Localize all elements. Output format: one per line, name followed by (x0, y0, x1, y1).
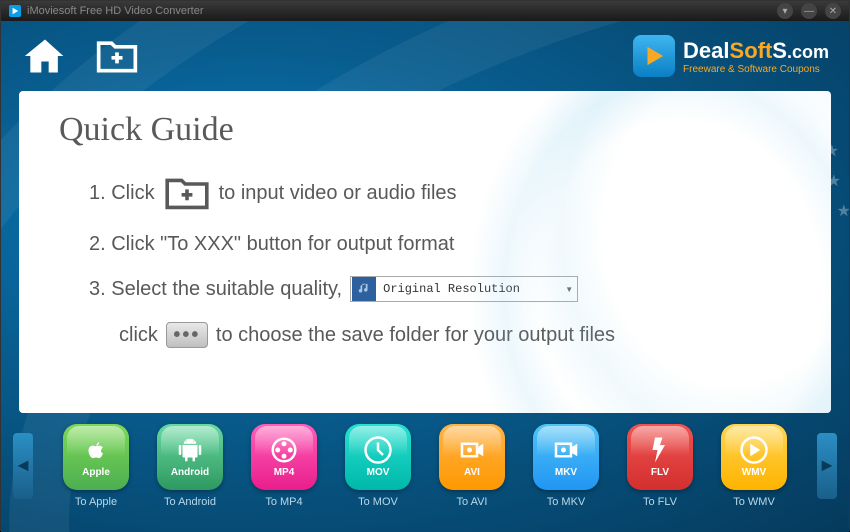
format-flv[interactable]: FLV To FLV (627, 424, 693, 508)
format-android[interactable]: Android To Android (157, 424, 223, 508)
guide-step-3b: click ••• to choose the save folder for … (119, 322, 803, 348)
format-label: To FLV (643, 496, 677, 508)
format-bar: ◄ Apple To Apple Android To Android MP4 … (1, 413, 849, 518)
format-icon: MP4 (251, 424, 317, 490)
quality-dropdown[interactable]: Original Resolution ▼ (350, 276, 578, 302)
add-folder-icon (163, 173, 211, 213)
scroll-left-button[interactable]: ◄ (13, 433, 33, 499)
app-body: ★ ★ ★ DealSoftS.com Freeware & Software … (1, 21, 849, 532)
app-icon (9, 5, 21, 17)
chevron-down-icon: ▼ (561, 285, 577, 294)
format-icon: Android (157, 424, 223, 490)
guide-step-1: 1. Click to input video or audio files (89, 173, 803, 213)
format-mkv[interactable]: MKV To MKV (533, 424, 599, 508)
format-badge: MP4 (274, 467, 295, 478)
guide-step-2: 2. Click "To XXX" button for output form… (89, 233, 803, 256)
format-badge: Apple (82, 467, 110, 478)
music-note-icon (352, 277, 376, 301)
guide-title: Quick Guide (59, 111, 803, 149)
quality-value: Original Resolution (377, 282, 561, 296)
add-file-button[interactable] (93, 32, 141, 80)
format-label: To MOV (358, 496, 398, 508)
format-label: To AVI (457, 496, 488, 508)
format-mov[interactable]: MOV To MOV (345, 424, 411, 508)
format-badge: Android (171, 467, 209, 478)
format-label: To Apple (75, 496, 117, 508)
logo: DealSoftS.com Freeware & Software Coupon… (633, 35, 829, 77)
format-mp4[interactable]: MP4 To MP4 (251, 424, 317, 508)
scroll-right-button[interactable]: ► (817, 433, 837, 499)
format-icon: WMV (721, 424, 787, 490)
format-label: To WMV (733, 496, 775, 508)
browse-button-icon: ••• (166, 322, 208, 348)
menu-button[interactable]: ▾ (777, 3, 793, 19)
format-wmv[interactable]: WMV To WMV (721, 424, 787, 508)
logo-text: DealSoftS.com (683, 38, 829, 64)
home-button[interactable] (21, 32, 69, 80)
format-icon: AVI (439, 424, 505, 490)
format-icon: Apple (63, 424, 129, 490)
format-badge: MOV (367, 467, 390, 478)
close-button[interactable]: ✕ (825, 3, 841, 19)
minimize-button[interactable]: — (801, 3, 817, 19)
format-badge: MKV (555, 467, 577, 478)
format-label: To MP4 (265, 496, 302, 508)
format-badge: WMV (742, 467, 766, 478)
app-window: iMoviesoft Free HD Video Converter ▾ — ✕… (0, 0, 850, 531)
titlebar: iMoviesoft Free HD Video Converter ▾ — ✕ (1, 1, 849, 21)
quick-guide-panel: Quick Guide 1. Click to input video or a… (19, 91, 831, 413)
format-apple[interactable]: Apple To Apple (63, 424, 129, 508)
format-label: To Android (164, 496, 216, 508)
guide-step-3: 3. Select the suitable quality, Original… (89, 276, 803, 302)
format-label: To MKV (547, 496, 586, 508)
format-icon: FLV (627, 424, 693, 490)
window-title: iMoviesoft Free HD Video Converter (27, 5, 203, 17)
toolbar: DealSoftS.com Freeware & Software Coupon… (1, 21, 849, 91)
format-icon: MKV (533, 424, 599, 490)
logo-icon (633, 35, 675, 77)
format-avi[interactable]: AVI To AVI (439, 424, 505, 508)
format-badge: FLV (651, 467, 669, 478)
logo-tagline: Freeware & Software Coupons (683, 64, 829, 75)
format-icon: MOV (345, 424, 411, 490)
star-icon: ★ (837, 201, 849, 221)
format-badge: AVI (464, 467, 480, 478)
